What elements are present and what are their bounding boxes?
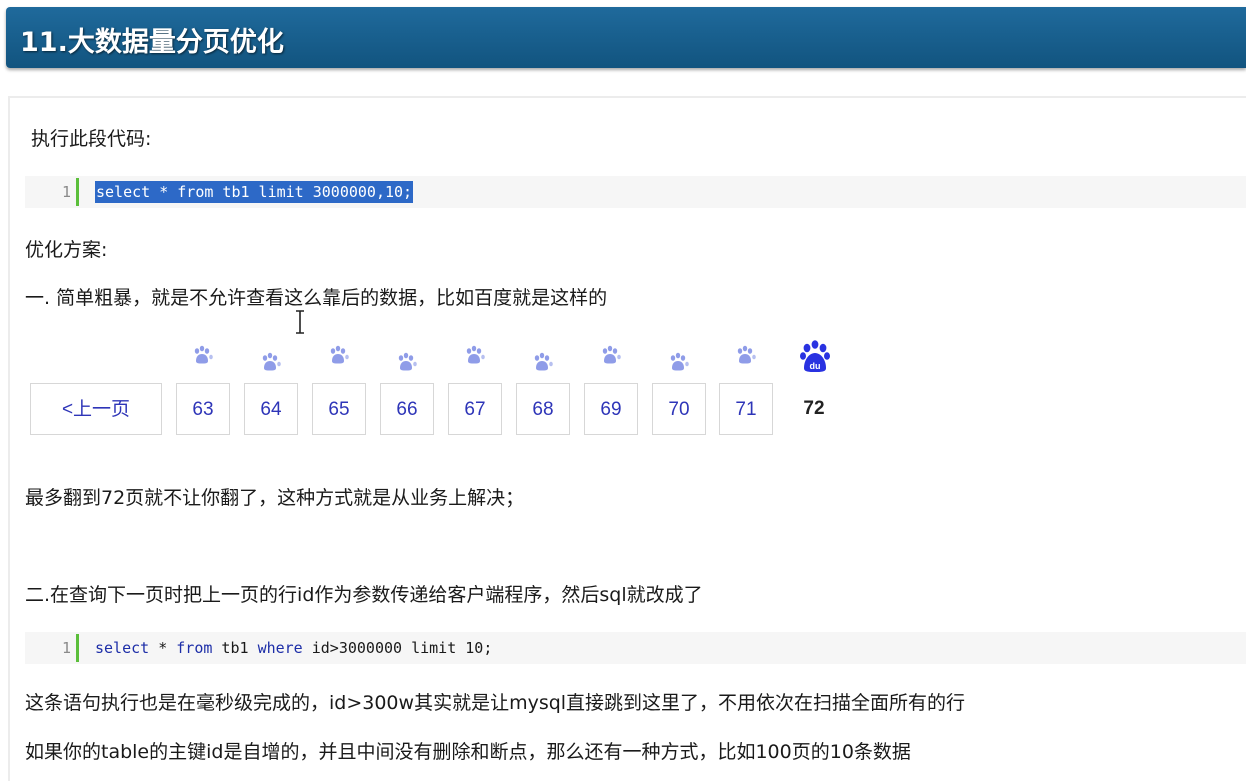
gutter-bar [76,634,79,662]
option1-text: 一. 简单粗暴，就是不允许查看这么靠后的数据，比如百度就是这样的 [25,287,608,309]
page-button-64[interactable]: 64 [244,383,298,435]
code-block-1[interactable]: 1 select * from tb1 limit 3000000,10; [25,176,1246,208]
code-token: tb1 [212,639,258,657]
page-button-68[interactable]: 68 [516,383,570,435]
paragraph-2: 如果你的table的主键id是自增的，并且中间没有删除和断点，那么还有一种方式，… [25,741,911,763]
svg-text:du: du [810,361,821,371]
code-line[interactable]: select * from tb1 where id>3000000 limit… [95,632,492,664]
paw-print-icon [532,352,554,372]
paw-print-icon [735,345,757,365]
paw-print-icon [328,345,350,365]
paw-print-icon [668,352,690,372]
paw-print-icon [464,345,486,365]
plan-label: 优化方案: [25,239,108,261]
section-header: 11.大数据量分页优化 [6,7,1246,68]
paw-print-icon [396,352,418,372]
gutter-bar [76,178,79,206]
keyword-from: from [176,639,213,657]
current-page: 72 [803,398,825,419]
keyword-select: select [95,639,150,657]
paw-print-icon [192,345,214,365]
code-token: id>3000000 limit 10; [302,639,493,657]
page-button-66[interactable]: 66 [380,383,434,435]
paw-print-icon [600,345,622,365]
code-token: * [149,639,177,657]
code-line[interactable]: select * from tb1 limit 3000000,10; [95,176,414,208]
baidu-logo-icon: du [799,339,831,372]
paw-print-icon [260,352,282,372]
section-title: 11.大数据量分页优化 [20,27,284,58]
keyword-where: where [257,639,303,657]
page-button-69[interactable]: 69 [584,383,638,435]
line-number: 1 [61,183,71,201]
page-button-67[interactable]: 67 [448,383,502,435]
note-business: 最多翻到72页就不让你翻了，这种方式就是从业务上解决； [25,487,525,509]
code-block-2[interactable]: 1 select * from tb1 where id>3000000 lim… [25,632,1246,664]
line-number: 1 [61,639,71,657]
prev-page-button[interactable]: <上一页 [30,383,162,435]
intro-label: 执行此段代码: [31,128,152,150]
selected-code-text[interactable]: select * from tb1 limit 3000000,10; [95,181,414,203]
page-button-71[interactable]: 71 [719,383,773,435]
page-button-65[interactable]: 65 [312,383,366,435]
text-cursor-icon [295,310,305,334]
option2-text: 二.在查询下一页时把上一页的行id作为参数传递给客户端程序，然后sql就改成了 [25,584,703,606]
page-button-63[interactable]: 63 [176,383,230,435]
paragraph-1: 这条语句执行也是在毫秒级完成的，id>300w其实就是让mysql直接跳到这里了… [25,692,966,714]
page-button-70[interactable]: 70 [652,383,706,435]
